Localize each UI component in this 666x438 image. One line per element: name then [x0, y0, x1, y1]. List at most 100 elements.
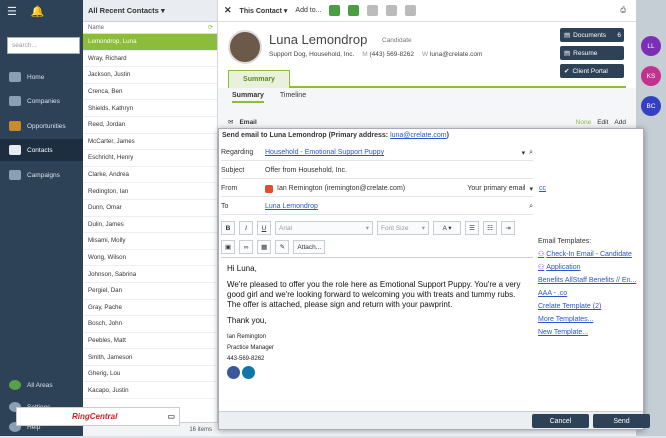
dialog-title: Send email to Luna Lemondrop (Primary ad… — [222, 132, 449, 139]
list-item[interactable]: Wong, Wilson — [83, 250, 217, 267]
list-item[interactable]: Lemondrop, Luna — [83, 34, 217, 51]
this-contact-dropdown[interactable]: This Contact ▾ — [240, 7, 288, 15]
from-select[interactable]: Ian Remington (iremington@crelate.com) Yo… — [265, 182, 533, 196]
user-bubble[interactable]: KS — [641, 66, 661, 86]
menu-icon[interactable]: ☰ — [7, 5, 17, 18]
nav-item-all-areas[interactable]: All Areas — [0, 374, 83, 396]
facebook-icon[interactable] — [367, 5, 379, 16]
text-color-button[interactable]: A ▾ — [433, 221, 461, 235]
list-item[interactable]: Smith, Jameson — [83, 349, 217, 366]
tab-summary[interactable]: Summary — [228, 70, 290, 88]
underline-button[interactable]: U — [257, 221, 271, 235]
list-column-header[interactable]: Name ⟳ — [83, 22, 217, 34]
nav-item-contacts[interactable]: Contacts — [0, 139, 83, 161]
font-size-select[interactable]: Font Size ▾ — [377, 221, 429, 235]
list-item[interactable]: Peebles, Matt — [83, 333, 217, 350]
bullet-list-icon[interactable]: ☰ — [465, 221, 479, 235]
refresh-icon[interactable]: ⟳ — [208, 24, 213, 31]
email-section-bar: ✉ Email None Edit Add — [228, 118, 626, 127]
primary-email-link[interactable]: luna@crelate.com — [390, 132, 447, 139]
list-item[interactable]: Crenca, Ben — [83, 84, 217, 101]
chevron-down-icon[interactable]: ▾ — [529, 185, 533, 193]
regarding-row: Regarding Household - Emotional Support … — [221, 145, 533, 161]
twitter-icon[interactable] — [405, 5, 417, 16]
cc-link[interactable]: cc — [539, 185, 546, 192]
list-item[interactable]: Wray, Richard — [83, 51, 217, 68]
list-item[interactable]: Dulin, James — [83, 217, 217, 234]
clear-format-icon[interactable]: ✎ — [275, 240, 290, 254]
list-item[interactable]: Johnson, Sabrina — [83, 266, 217, 283]
bold-button[interactable]: B — [221, 221, 235, 235]
contact-list: All Recent Contacts ▾ Name ⟳ Lemondrop, L… — [83, 0, 218, 436]
regarding-field[interactable]: Household - Emotional Support Puppy ▾ ⌕ — [265, 146, 533, 160]
resume-button[interactable]: ▤ Resume — [560, 46, 624, 60]
new-template-link[interactable]: New Template... — [538, 326, 636, 339]
home-icon — [9, 72, 21, 82]
list-item[interactable]: Gherig, Lou — [83, 366, 217, 383]
subject-row: Subject Offer from Household, Inc. — [221, 163, 533, 179]
template-link[interactable]: ⚇ Application — [538, 261, 636, 274]
nav-item-opportunities[interactable]: Opportunities — [0, 115, 83, 137]
email-icon[interactable] — [329, 5, 341, 16]
italic-button[interactable]: I — [239, 221, 253, 235]
linkedin-icon[interactable] — [242, 366, 255, 379]
search-icon[interactable]: ⌕ — [529, 149, 533, 157]
linkedin-icon[interactable] — [386, 5, 398, 16]
building-icon — [9, 96, 21, 106]
list-item[interactable]: Jackson, Justin — [83, 67, 217, 84]
subject-input[interactable]: Offer from Household, Inc. — [265, 164, 533, 178]
subtabs: Summary Timeline — [232, 92, 306, 103]
list-item[interactable]: Kacapo, Justin — [83, 382, 217, 400]
numbered-list-icon[interactable]: ☷ — [483, 221, 497, 235]
list-item[interactable]: Dunn, Omar — [83, 200, 217, 217]
template-link[interactable]: ⚇ Check-In Email - Candidate — [538, 248, 636, 261]
image-icon[interactable]: ▣ — [221, 240, 236, 254]
list-item[interactable]: Pergiel, Dan — [83, 283, 217, 300]
ringcentral-widget[interactable]: RingCentral ▭ — [16, 407, 180, 426]
print-icon[interactable]: ⎙ — [620, 7, 626, 15]
template-link[interactable]: AAA - .co — [538, 287, 636, 300]
list-item[interactable]: Reed, Jordan — [83, 117, 217, 134]
font-select[interactable]: Arial ▾ — [275, 221, 373, 235]
email-body-editor[interactable]: Hi Luna, We're pleased to offer you the … — [221, 257, 533, 412]
email-templates: Email Templates: ⚇ Check-In Email - Candi… — [538, 235, 636, 339]
nav-item-campaigns[interactable]: Campaigns — [0, 164, 83, 186]
facebook-icon[interactable] — [227, 366, 240, 379]
subtab-timeline[interactable]: Timeline — [280, 92, 306, 103]
link-icon[interactable]: ∞ — [239, 240, 254, 254]
to-input[interactable]: Luna Lemondrop ⌕ — [265, 200, 533, 214]
bell-icon[interactable]: 🔔 — [31, 5, 45, 18]
list-item[interactable]: Gray, Pache — [83, 300, 217, 317]
search-icon[interactable]: ⌕ — [529, 203, 533, 211]
subtab-summary[interactable]: Summary — [232, 92, 264, 103]
list-item[interactable]: Eschricht, Henry — [83, 150, 217, 167]
documents-button[interactable]: ▤ Documents 6 — [560, 28, 624, 42]
list-item[interactable]: Bosch, John — [83, 316, 217, 333]
nav-item-home[interactable]: Home — [0, 66, 83, 88]
user-bubble[interactable]: BC — [641, 96, 661, 116]
template-link[interactable]: Benefits AllStaff Benefits // En... — [538, 274, 636, 287]
phone-icon[interactable] — [348, 5, 360, 16]
list-rows: Lemondrop, Luna Wray, Richard Jackson, Jus… — [83, 34, 217, 400]
more-templates-link[interactable]: More Templates... — [538, 313, 636, 326]
nav-item-companies[interactable]: Companies — [0, 90, 83, 112]
cancel-button[interactable]: Cancel — [532, 414, 589, 428]
user-bubble[interactable]: LL — [641, 36, 661, 56]
close-icon[interactable]: ✕ — [224, 5, 232, 16]
list-item[interactable]: Clarke, Andrea — [83, 167, 217, 184]
send-button[interactable]: Send — [593, 414, 650, 428]
nav-search-input[interactable]: search... — [7, 37, 80, 54]
chevron-down-icon[interactable]: ▾ — [522, 149, 526, 157]
list-header[interactable]: All Recent Contacts ▾ — [83, 0, 217, 22]
avatar — [228, 30, 262, 64]
list-item[interactable]: Shields, Kathryn — [83, 100, 217, 117]
minimize-icon[interactable]: ▭ — [167, 412, 175, 421]
list-item[interactable]: McCarter, James — [83, 134, 217, 151]
table-icon[interactable]: ▦ — [257, 240, 272, 254]
template-link[interactable]: Crelate Template (2) — [538, 300, 636, 313]
attach-button[interactable]: Attach... — [293, 240, 326, 254]
indent-icon[interactable]: ⇥ — [501, 221, 515, 235]
list-item[interactable]: Misami, Molly — [83, 233, 217, 250]
list-item[interactable]: Redington, Ian — [83, 183, 217, 200]
add-to-dropdown[interactable]: Add to... — [295, 7, 321, 14]
